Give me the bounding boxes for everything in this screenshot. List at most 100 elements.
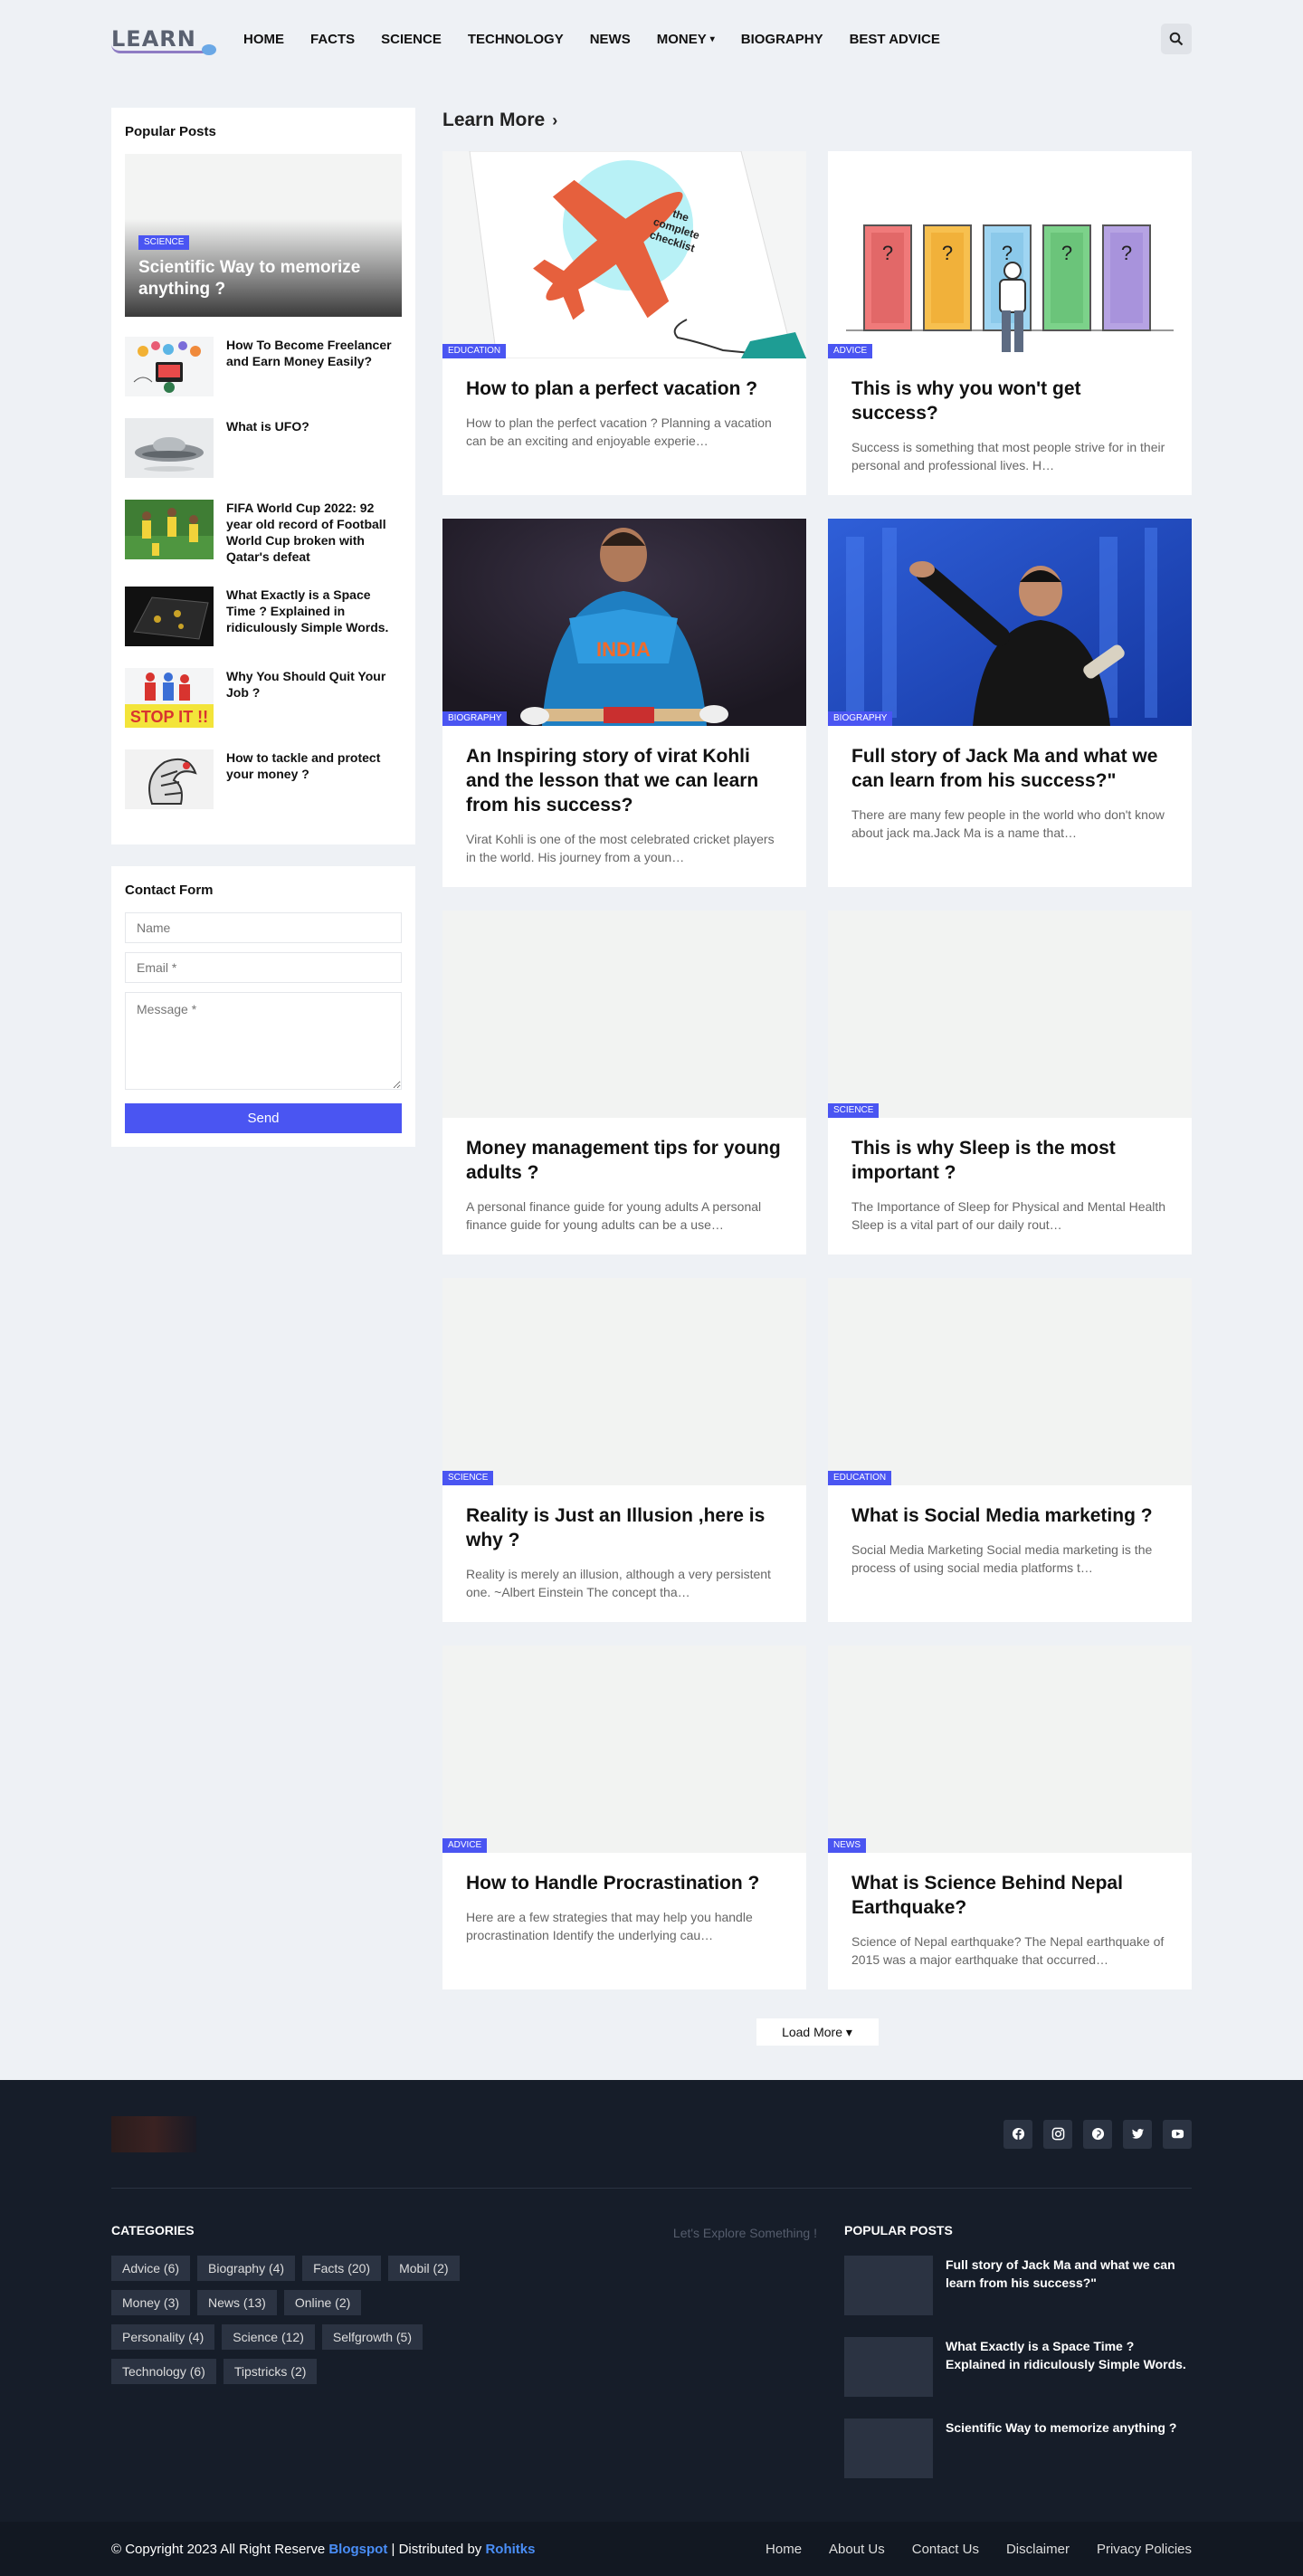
category-badge[interactable]: ADVICE bbox=[442, 1838, 488, 1853]
popular-post-item[interactable]: What Exactly is a Space Time ? Explained… bbox=[125, 587, 402, 646]
post-image[interactable]: SCIENCE bbox=[828, 911, 1192, 1118]
name-field[interactable] bbox=[125, 912, 402, 943]
nav-science[interactable]: SCIENCE bbox=[381, 32, 442, 47]
post-card[interactable]: EDUCATION What is Social Media marketing… bbox=[828, 1278, 1192, 1622]
popular-post-item[interactable]: How To Become Freelancer and Earn Money … bbox=[125, 337, 402, 396]
category-badge[interactable]: SCIENCE bbox=[828, 1103, 880, 1118]
post-thumbnail[interactable] bbox=[125, 418, 214, 478]
post-title[interactable]: Reality is Just an Illusion ,here is why… bbox=[466, 1503, 783, 1552]
category-chip[interactable]: News (13) bbox=[197, 2290, 277, 2315]
footer-link-contact[interactable]: Contact Us bbox=[912, 2542, 979, 2557]
blogspot-link[interactable]: Blogspot bbox=[328, 2542, 387, 2557]
post-image[interactable]: thecompletechecklist EDUCATION bbox=[442, 151, 806, 358]
nav-news[interactable]: NEWS bbox=[590, 32, 631, 47]
post-title[interactable]: Full story of Jack Ma and what we can le… bbox=[851, 744, 1168, 793]
post-image[interactable]: ? ? ? ? ? ADVICE bbox=[828, 151, 1192, 358]
post-image[interactable]: BIOGRAPHY bbox=[828, 519, 1192, 726]
category-chip[interactable]: Facts (20) bbox=[302, 2256, 382, 2281]
post-card[interactable]: INDIA BIOGRAPHY An Inspiring story of vi… bbox=[442, 519, 806, 887]
email-field[interactable] bbox=[125, 952, 402, 983]
popular-post-title[interactable]: How To Become Freelancer and Earn Money … bbox=[226, 337, 402, 396]
twitter-icon[interactable] bbox=[1123, 2119, 1152, 2149]
site-logo[interactable]: LEARN bbox=[111, 21, 216, 57]
footer-post-item[interactable]: Scientific Way to memorize anything ? bbox=[844, 2419, 1192, 2478]
footer-link-home[interactable]: Home bbox=[766, 2542, 802, 2557]
post-title[interactable]: Money management tips for young adults ? bbox=[466, 1136, 783, 1185]
footer-link-about[interactable]: About Us bbox=[829, 2542, 885, 2557]
post-title[interactable]: What is Social Media marketing ? bbox=[851, 1503, 1168, 1528]
footer-post-title[interactable]: Scientific Way to memorize anything ? bbox=[946, 2419, 1176, 2478]
post-card[interactable]: ? ? ? ? ? ADVICE This is why you won't g… bbox=[828, 151, 1192, 495]
category-badge[interactable]: EDUCATION bbox=[828, 1471, 892, 1485]
featured-post-title[interactable]: Scientific Way to memorize anything ? bbox=[138, 257, 388, 301]
post-title[interactable]: How to Handle Procrastination ? bbox=[466, 1871, 783, 1895]
post-title[interactable]: How to plan a perfect vacation ? bbox=[466, 377, 783, 401]
category-badge[interactable]: NEWS bbox=[828, 1838, 866, 1853]
popular-post-title[interactable]: FIFA World Cup 2022: 92 year old record … bbox=[226, 500, 402, 565]
post-image[interactable] bbox=[442, 911, 806, 1118]
nav-home[interactable]: HOME bbox=[243, 32, 284, 47]
facebook-icon[interactable] bbox=[1003, 2119, 1032, 2149]
category-badge[interactable]: SCIENCE bbox=[138, 235, 190, 250]
send-button[interactable]: Send bbox=[125, 1103, 402, 1133]
category-badge[interactable]: ADVICE bbox=[828, 344, 873, 358]
post-card[interactable]: thecompletechecklist EDUCATION How to pl… bbox=[442, 151, 806, 495]
load-more-button[interactable]: Load More ▾ bbox=[756, 2018, 879, 2046]
nav-facts[interactable]: FACTS bbox=[310, 32, 355, 47]
footer-post-title[interactable]: What Exactly is a Space Time ? Explained… bbox=[946, 2337, 1192, 2397]
post-title[interactable]: What is Science Behind Nepal Earthquake? bbox=[851, 1871, 1168, 1920]
popular-post-title[interactable]: What Exactly is a Space Time ? Explained… bbox=[226, 587, 402, 646]
category-badge[interactable]: EDUCATION bbox=[442, 344, 507, 358]
category-badge[interactable]: BIOGRAPHY bbox=[828, 711, 893, 726]
nav-best-advice[interactable]: BEST ADVICE bbox=[850, 32, 940, 47]
post-card[interactable]: SCIENCE Reality is Just an Illusion ,her… bbox=[442, 1278, 806, 1622]
category-badge[interactable]: BIOGRAPHY bbox=[442, 711, 508, 726]
post-image[interactable]: ADVICE bbox=[442, 1646, 806, 1853]
post-thumbnail[interactable] bbox=[844, 2419, 933, 2478]
category-chip[interactable]: Selfgrowth (5) bbox=[321, 2324, 423, 2350]
category-chip[interactable]: Mobil (2) bbox=[388, 2256, 460, 2281]
instagram-icon[interactable] bbox=[1043, 2119, 1072, 2149]
category-chip[interactable]: Biography (4) bbox=[197, 2256, 296, 2281]
popular-post-title[interactable]: What is UFO? bbox=[226, 418, 309, 478]
pinterest-icon[interactable] bbox=[1083, 2119, 1112, 2149]
post-title[interactable]: This is why you won't get success? bbox=[851, 377, 1168, 425]
post-thumbnail[interactable]: STOP IT !! bbox=[125, 668, 214, 728]
post-card[interactable]: SCIENCE This is why Sleep is the most im… bbox=[828, 911, 1192, 1255]
post-thumbnail[interactable] bbox=[125, 587, 214, 646]
category-chip[interactable]: Advice (6) bbox=[111, 2256, 191, 2281]
post-image[interactable]: NEWS bbox=[828, 1646, 1192, 1853]
footer-post-title[interactable]: Full story of Jack Ma and what we can le… bbox=[946, 2256, 1192, 2315]
post-card[interactable]: ADVICE How to Handle Procrastination ? H… bbox=[442, 1646, 806, 1989]
nav-biography[interactable]: BIOGRAPHY bbox=[741, 32, 823, 47]
post-thumbnail[interactable] bbox=[844, 2256, 933, 2315]
nav-technology[interactable]: TECHNOLOGY bbox=[468, 32, 564, 47]
footer-link-privacy[interactable]: Privacy Policies bbox=[1097, 2542, 1192, 2557]
footer-link-disclaimer[interactable]: Disclaimer bbox=[1006, 2542, 1070, 2557]
post-thumbnail[interactable] bbox=[125, 749, 214, 809]
category-chip[interactable]: Money (3) bbox=[111, 2290, 191, 2315]
footer-post-item[interactable]: What Exactly is a Space Time ? Explained… bbox=[844, 2337, 1192, 2397]
post-card[interactable]: BIOGRAPHY Full story of Jack Ma and what… bbox=[828, 519, 1192, 887]
popular-post-title[interactable]: Why You Should Quit Your Job ? bbox=[226, 668, 402, 728]
category-chip[interactable]: Online (2) bbox=[283, 2290, 362, 2315]
category-chip[interactable]: Science (12) bbox=[222, 2324, 315, 2350]
popular-post-item[interactable]: STOP IT !! Why You Should Quit Your Job … bbox=[125, 668, 402, 728]
category-chip[interactable]: Personality (4) bbox=[111, 2324, 215, 2350]
popular-post-item[interactable]: FIFA World Cup 2022: 92 year old record … bbox=[125, 500, 402, 565]
post-thumbnail[interactable] bbox=[125, 500, 214, 559]
rohitks-link[interactable]: Rohitks bbox=[485, 2542, 535, 2557]
post-image[interactable]: INDIA BIOGRAPHY bbox=[442, 519, 806, 726]
post-card[interactable]: Money management tips for young adults ?… bbox=[442, 911, 806, 1255]
footer-post-item[interactable]: Full story of Jack Ma and what we can le… bbox=[844, 2256, 1192, 2315]
search-button[interactable] bbox=[1161, 24, 1192, 54]
category-badge[interactable]: SCIENCE bbox=[442, 1471, 494, 1485]
footer-logo[interactable] bbox=[111, 2115, 196, 2152]
post-thumbnail[interactable] bbox=[844, 2337, 933, 2397]
post-image[interactable]: EDUCATION bbox=[828, 1278, 1192, 1485]
post-title[interactable]: An Inspiring story of virat Kohli and th… bbox=[466, 744, 783, 817]
popular-post-item[interactable]: What is UFO? bbox=[125, 418, 402, 478]
post-thumbnail[interactable] bbox=[125, 337, 214, 396]
featured-post[interactable]: SCIENCE Scientific Way to memorize anyth… bbox=[125, 154, 402, 317]
nav-money[interactable]: MONEY ▾ bbox=[657, 32, 715, 47]
